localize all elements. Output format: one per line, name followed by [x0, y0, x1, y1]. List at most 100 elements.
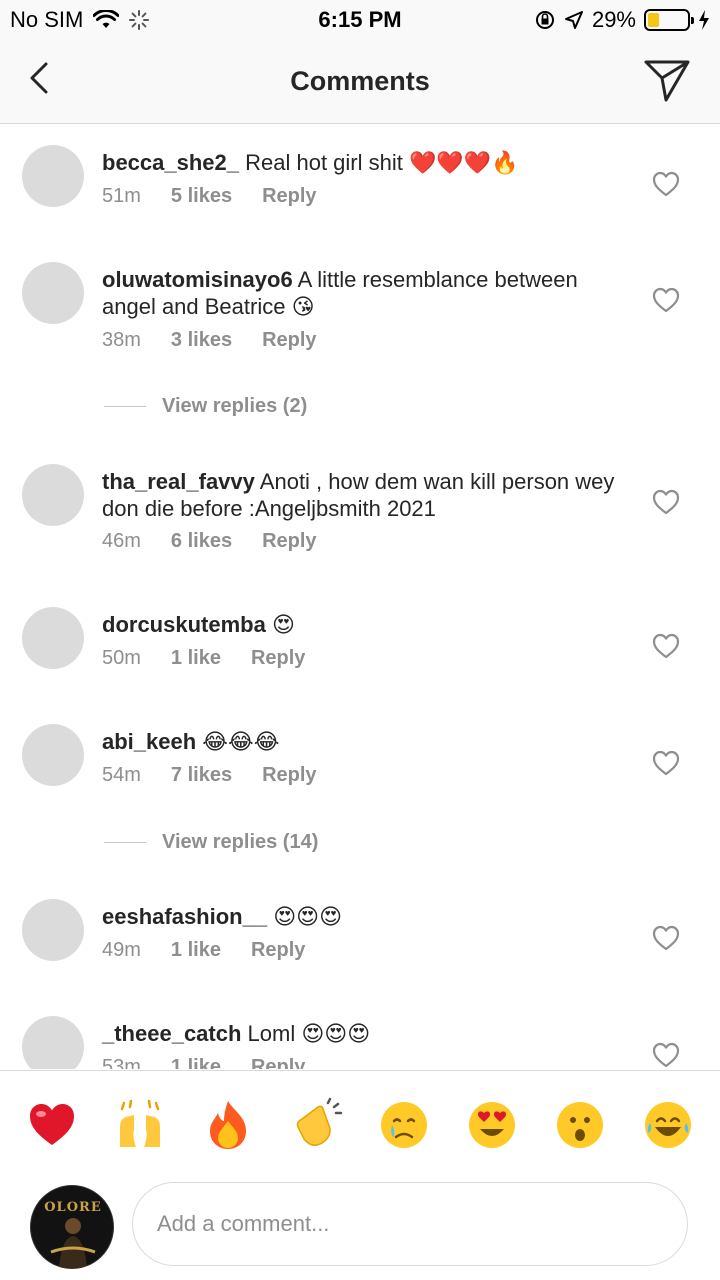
comment-meta: 38m 3 likes Reply: [102, 329, 317, 352]
comment-emoji: 😍: [296, 905, 320, 930]
comments-list: becca_she2_ Real hot girl shit ❤️❤️❤️🔥 51…: [0, 125, 720, 1069]
comment-emoji: ❤️: [436, 151, 464, 176]
like-button[interactable]: [652, 287, 680, 313]
comment-likes[interactable]: 7 likes: [171, 764, 232, 787]
comment-meta: 50m 1 like Reply: [102, 647, 305, 670]
emoji-reaction-button[interactable]: [376, 1097, 432, 1153]
comment-username[interactable]: becca_she2_: [102, 150, 239, 175]
comment-emoji: 😍: [273, 905, 297, 930]
reply-button[interactable]: Reply: [251, 647, 305, 670]
commenter-avatar[interactable]: [22, 1016, 84, 1069]
comment-emoji: 😂: [228, 730, 254, 755]
divider-line: [104, 842, 146, 843]
comment-emoji: 🔥: [491, 151, 519, 176]
heart-outline-icon: [652, 171, 680, 197]
comment-time: 38m: [102, 329, 141, 351]
status-right: 29%: [534, 7, 710, 33]
comment-likes[interactable]: 1 like: [171, 647, 221, 670]
emoji-reaction-button[interactable]: [200, 1097, 256, 1153]
battery-level: [648, 13, 660, 27]
emoji-quick-bar: [0, 1070, 720, 1172]
comment-time: 53m: [102, 1056, 141, 1069]
comment-body: dorcuskutemba 😍: [102, 611, 622, 639]
comment-body: oluwatomisinayo6 A little resemblance be…: [102, 266, 622, 321]
status-bar: No SIM 6:15 PM 29%: [0, 0, 720, 40]
reply-button[interactable]: Reply: [251, 1056, 305, 1069]
commenter-avatar[interactable]: [22, 464, 84, 526]
like-button[interactable]: [652, 750, 680, 776]
comment-body: becca_she2_ Real hot girl shit ❤️❤️❤️🔥: [102, 149, 622, 177]
heart-outline-icon: [652, 1042, 680, 1068]
comment-text: Loml: [247, 1021, 296, 1046]
comment-time: 49m: [102, 939, 141, 961]
divider-line: [104, 406, 146, 407]
emoji-reaction-button[interactable]: [24, 1097, 80, 1153]
like-button[interactable]: [652, 925, 680, 951]
emoji-reaction-button[interactable]: [288, 1097, 344, 1153]
like-button[interactable]: [652, 489, 680, 515]
heart-outline-icon: [652, 925, 680, 951]
comment-emoji: 😍: [271, 613, 295, 638]
reply-button[interactable]: Reply: [262, 185, 316, 208]
share-button[interactable]: [642, 56, 692, 104]
emoji-reaction-button[interactable]: [464, 1097, 520, 1153]
emoji-reaction-button[interactable]: [640, 1097, 696, 1153]
like-button[interactable]: [652, 171, 680, 197]
comment-username[interactable]: _theee_catch: [102, 1021, 241, 1046]
emoji-glyph-icon: [381, 1102, 427, 1148]
view-replies-button[interactable]: View replies (2): [104, 395, 307, 418]
comment-likes[interactable]: 1 like: [171, 1056, 221, 1069]
reply-button[interactable]: Reply: [251, 939, 305, 962]
commenter-avatar[interactable]: [22, 262, 84, 324]
comment-body: abi_keeh 😂😂😂: [102, 728, 622, 756]
emoji-reaction-button[interactable]: [552, 1097, 608, 1153]
comment-body: eeshafashion__ 😍😍😍: [102, 903, 622, 931]
emoji-glyph-icon: [645, 1102, 691, 1148]
heart-outline-icon: [652, 489, 680, 515]
paper-plane-icon: [644, 60, 690, 102]
comment-username[interactable]: eeshafashion__: [102, 904, 267, 929]
comment-emoji: 😍: [319, 905, 343, 930]
avatar-figure-icon: [50, 1218, 96, 1268]
comment-emoji: 😂: [202, 730, 229, 755]
comment-time: 50m: [102, 647, 141, 669]
comment-username[interactable]: tha_real_favvy: [102, 469, 255, 494]
heart-outline-icon: [652, 633, 680, 659]
comment-body: _theee_catch Loml 😍😍😍: [102, 1020, 622, 1048]
comment-meta: 46m 6 likes Reply: [102, 530, 317, 553]
commenter-avatar[interactable]: [22, 145, 84, 207]
commenter-avatar[interactable]: [22, 899, 84, 961]
comment-time: 54m: [102, 764, 141, 786]
commenter-avatar[interactable]: [22, 607, 84, 669]
comment-username[interactable]: dorcuskutemba: [102, 612, 266, 637]
comment-emoji: 😍: [347, 1022, 371, 1047]
emoji-glyph-icon: [469, 1102, 515, 1148]
comment-likes[interactable]: 5 likes: [171, 185, 232, 208]
view-replies-label: View replies (14): [162, 831, 319, 853]
emoji-glyph-icon: [120, 1099, 160, 1147]
commenter-avatar[interactable]: [22, 724, 84, 786]
comment-meta: 53m 1 like Reply: [102, 1056, 305, 1069]
comment-input[interactable]: [132, 1182, 688, 1266]
reply-button[interactable]: Reply: [262, 764, 316, 787]
nav-bar: Comments: [0, 40, 720, 124]
comment-username[interactable]: oluwatomisinayo6: [102, 267, 293, 292]
like-button[interactable]: [652, 633, 680, 659]
battery-icon: [644, 9, 694, 31]
comment-body: tha_real_favvy Anoti , how dem wan kill …: [102, 468, 622, 522]
view-replies-button[interactable]: View replies (14): [104, 831, 318, 854]
reply-button[interactable]: Reply: [262, 329, 316, 352]
comment-username[interactable]: abi_keeh: [102, 729, 196, 754]
comment-likes[interactable]: 6 likes: [171, 530, 232, 553]
user-avatar[interactable]: OLORE: [30, 1185, 114, 1269]
comment-emoji: 😂: [253, 730, 280, 755]
emoji-glyph-icon: [210, 1101, 246, 1149]
page-title: Comments: [290, 66, 430, 96]
reply-button[interactable]: Reply: [262, 530, 316, 553]
comment-meta: 49m 1 like Reply: [102, 939, 305, 962]
emoji-reaction-button[interactable]: [112, 1097, 168, 1153]
comment-likes[interactable]: 3 likes: [171, 329, 232, 352]
comment-likes[interactable]: 1 like: [171, 939, 221, 962]
like-button[interactable]: [652, 1042, 680, 1068]
comment-time: 51m: [102, 185, 141, 207]
